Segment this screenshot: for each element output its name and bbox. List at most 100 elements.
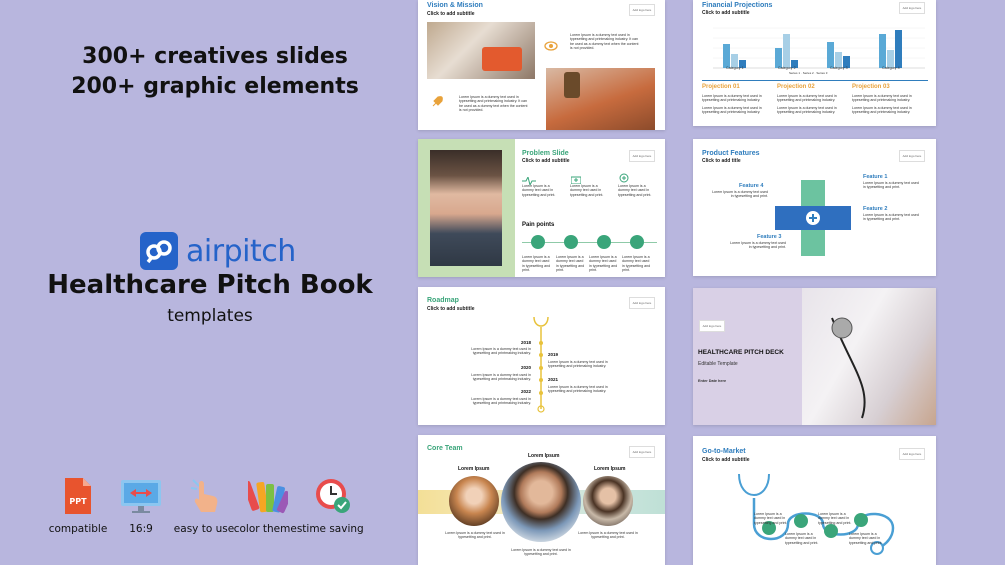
- slide-subtitle: Click to add title: [702, 158, 741, 164]
- slide-title: Problem Slide: [522, 150, 569, 157]
- roadmap-text: Lorem Ipsum is a dummy text used in type…: [471, 397, 531, 406]
- center-plus-icon: [806, 211, 820, 225]
- divider: [702, 80, 928, 81]
- headline: 300+ creatives slides 200+ graphic eleme…: [60, 42, 370, 102]
- eye-icon: [544, 38, 558, 56]
- roadmap-text: Lorem Ipsum is a dummy text used in type…: [548, 385, 608, 394]
- gtm-text: Lorem Ipsum is a dummy text used in type…: [754, 512, 788, 525]
- ppt-label: PPT: [69, 497, 87, 506]
- member-text: Lorem Ipsum is a dummy text used in type…: [445, 531, 505, 540]
- clock-check-icon: [298, 476, 368, 516]
- mission-text: Lorem Ipsum is a dummy text used in type…: [459, 95, 528, 113]
- rocket-icon: [430, 95, 444, 114]
- gtm-text: Lorem Ipsum is a dummy text used in type…: [849, 532, 883, 545]
- feature-text: Lorem Ipsum is a dummy text used in type…: [730, 241, 786, 250]
- airpitch-logo-icon: [140, 232, 178, 270]
- slide-subtitle: Click to add subtitle: [427, 11, 475, 17]
- pain-point-icon: [630, 235, 644, 249]
- projection-text: Lorem Ipsum is a dummy text used in type…: [702, 94, 762, 103]
- pain-point-text: Lorem Ipsum is a dummy text used in type…: [522, 255, 551, 273]
- logo-placeholder: Add logo here: [699, 320, 725, 332]
- year-label: 2021: [548, 377, 559, 382]
- projection-text: Lorem Ipsum is a dummy text used in type…: [777, 106, 837, 115]
- photo-pills-hand: [546, 68, 655, 130]
- projection-text: Lorem Ipsum is a dummy text used in type…: [777, 94, 837, 103]
- color-swatch-icon: [233, 476, 303, 516]
- gtm-text: Lorem Ipsum is a dummy text used in type…: [818, 512, 852, 525]
- legend-series-2: Series 2: [802, 71, 814, 75]
- year-label: 2020: [521, 365, 532, 370]
- roadmap-text: Lorem Ipsum is a dummy text used in type…: [471, 373, 531, 382]
- photo-member-center: [501, 462, 581, 542]
- slide-problem[interactable]: Problem Slide Click to add subtitle Add …: [418, 139, 665, 277]
- problem-text: Lorem Ipsum is a dummy text used in type…: [570, 184, 604, 197]
- feature-easy: easy to use: [169, 476, 239, 535]
- pain-point-text: Lorem Ipsum is a dummy text used in type…: [589, 255, 618, 273]
- pain-point-text: Lorem Ipsum is a dummy text used in type…: [622, 255, 651, 273]
- slide-go-to-market[interactable]: Go-to-Market Click to add subtitle Add l…: [693, 436, 936, 565]
- projection-title: Projection 02: [777, 84, 815, 90]
- legend-series-1: Series 1: [789, 71, 801, 75]
- photo-hands-laptop: [427, 22, 535, 79]
- brand-name-pitch: pitch: [223, 233, 297, 269]
- projection-text: Lorem Ipsum is a dummy text used in type…: [852, 94, 912, 103]
- legend-series-3: Series 3: [816, 71, 828, 75]
- hand-tap-icon: [169, 476, 239, 516]
- feature-icons-row: PPT compatible 16:9 easy to use color th…: [48, 476, 368, 536]
- lavender-panel: [693, 288, 802, 425]
- slide-roadmap[interactable]: Roadmap Click to add subtitle Add logo h…: [418, 287, 665, 425]
- brand: airpitch: [140, 232, 296, 270]
- logo-placeholder: Add logo here: [899, 448, 925, 460]
- member-text: Lorem Ipsum is a dummy text used in type…: [578, 531, 638, 540]
- logo-placeholder: Add logo here: [899, 2, 925, 14]
- slide-subtitle: Click to add subtitle: [427, 306, 475, 312]
- feature-title: Feature 1: [863, 174, 888, 180]
- pain-point-icon: [531, 235, 545, 249]
- slide-product-features[interactable]: Product Features Click to add title Add …: [693, 139, 936, 276]
- photo-member-right: [583, 476, 633, 526]
- year-label: 2018: [521, 340, 532, 345]
- photo-doctor-stethoscope: [802, 288, 936, 425]
- year-label: 2022: [521, 389, 532, 394]
- problem-text: Lorem Ipsum is a dummy text used in type…: [618, 184, 652, 197]
- brand-name-air: air: [186, 233, 224, 269]
- projection-text: Lorem Ipsum is a dummy text used in type…: [702, 106, 762, 115]
- pain-point-icon: [564, 235, 578, 249]
- feature-label: time saving: [302, 523, 364, 535]
- category-label: Category 1: [726, 66, 744, 70]
- pain-points-heading: Pain points: [522, 222, 555, 228]
- category-label: Category 2: [778, 66, 796, 70]
- slide-subtitle: Click to add subtitle: [702, 457, 750, 463]
- page-subtitle: templates: [167, 306, 253, 326]
- feature-time: time saving: [298, 476, 368, 535]
- feature-title: Feature 4: [739, 183, 764, 189]
- slide-core-team[interactable]: Core Team Add logo here Lorem Ipsum Lore…: [418, 435, 665, 565]
- photo-doctor-woman: [430, 150, 502, 266]
- logo-placeholder: Add logo here: [629, 446, 655, 458]
- monitor-ratio-icon: [106, 476, 176, 516]
- slide-title: Roadmap: [427, 297, 459, 304]
- slide-title: Go-to-Market: [702, 448, 746, 455]
- photo-member-left: [449, 476, 499, 526]
- slide-title: Vision & Mission: [427, 2, 483, 9]
- slide-title: Product Features: [702, 150, 760, 157]
- projection-title: Projection 01: [702, 84, 740, 90]
- slide-vision-mission[interactable]: Vision & Mission Click to add subtitle A…: [418, 0, 665, 130]
- feature-compatible: PPT compatible: [43, 476, 113, 535]
- member-name: Lorem Ipsum: [594, 466, 626, 472]
- feature-text: Lorem Ipsum is a dummy text used in type…: [863, 181, 919, 190]
- slide-financial[interactable]: Financial Projections Click to add subti…: [693, 0, 936, 126]
- roadmap-text: Lorem Ipsum is a dummy text used in type…: [548, 360, 608, 369]
- slide-cover[interactable]: Add logo here HEALTHCARE PITCH DECK Edit…: [693, 288, 936, 425]
- cover-date: Enter Date here: [698, 379, 727, 383]
- slide-subtitle: Click to add subtitle: [522, 158, 570, 164]
- feature-colors: color themes: [233, 476, 303, 535]
- slide-title: Financial Projections: [702, 2, 773, 9]
- logo-placeholder: Add logo here: [629, 4, 655, 16]
- logo-placeholder: Add logo here: [629, 150, 655, 162]
- member-name: Lorem Ipsum: [528, 453, 560, 459]
- category-label: Category 4: [882, 66, 900, 70]
- feature-label: compatible: [48, 523, 108, 535]
- category-label: Category 3: [830, 66, 848, 70]
- roadmap-text: Lorem Ipsum is a dummy text used in type…: [471, 347, 531, 356]
